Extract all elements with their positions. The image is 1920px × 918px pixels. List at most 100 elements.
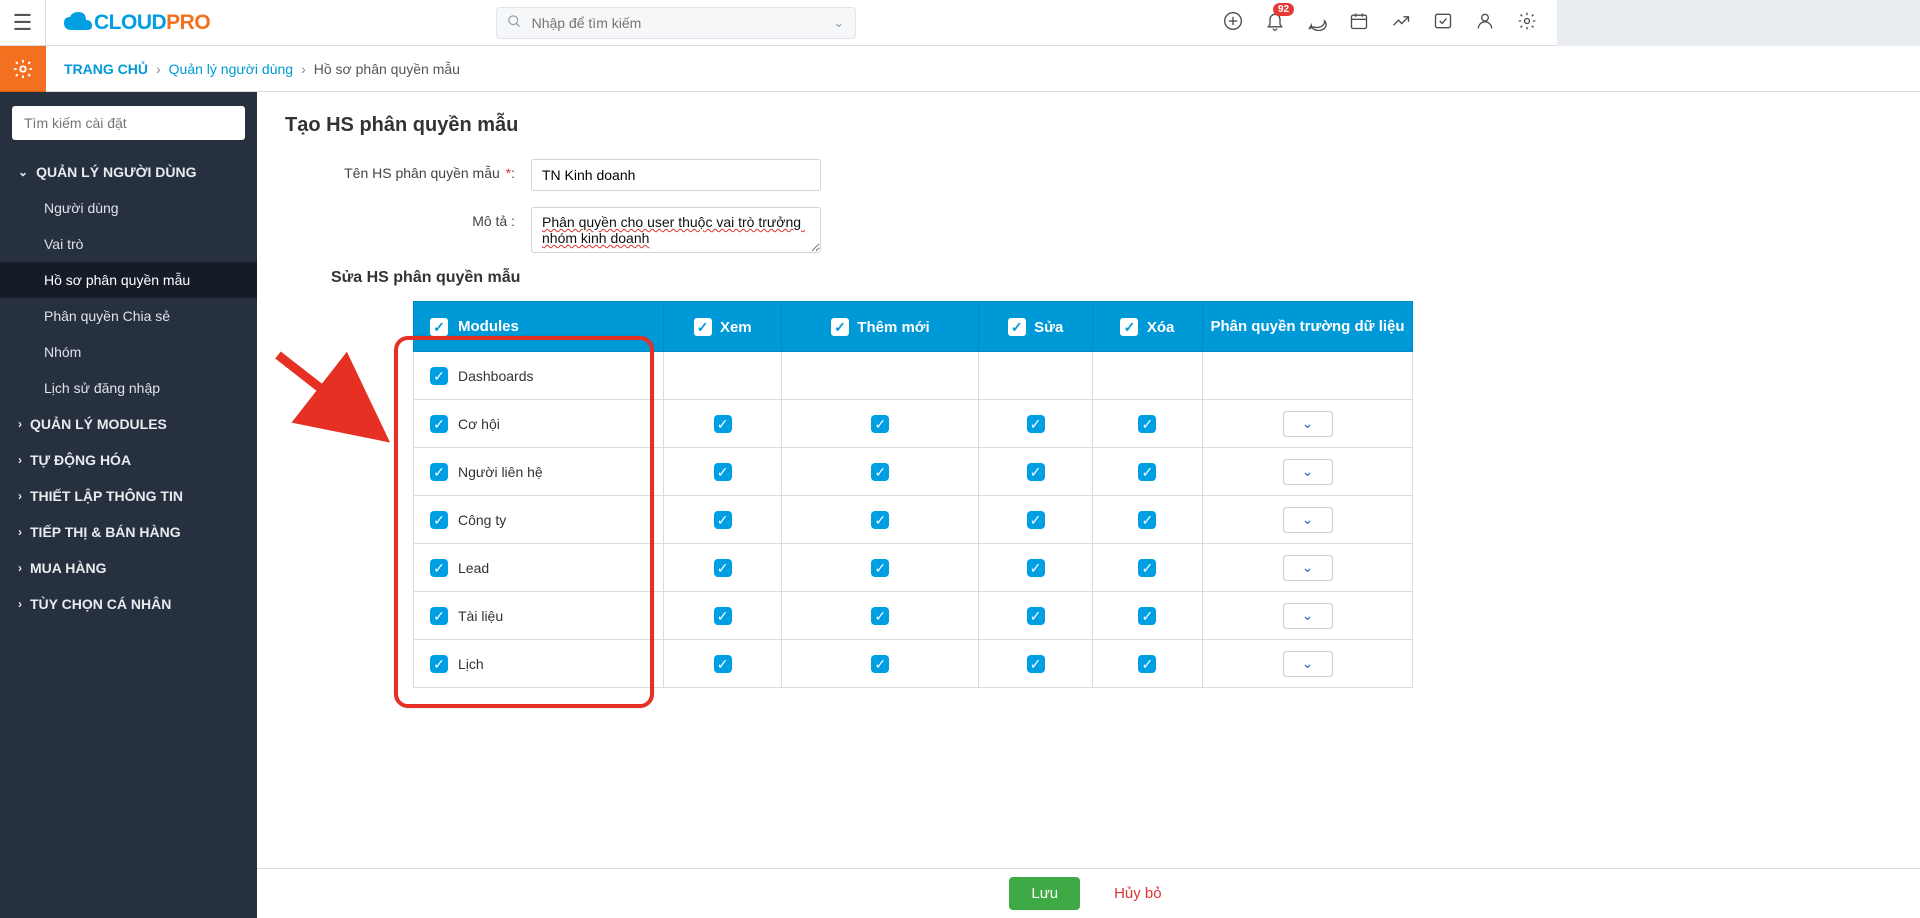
field-perm-button[interactable]: ⌄ xyxy=(1283,411,1333,437)
module-checkbox[interactable]: ✓ xyxy=(430,607,448,625)
perm-checkbox[interactable]: ✓ xyxy=(1027,607,1045,625)
module-checkbox[interactable]: ✓ xyxy=(430,511,448,529)
calendar-icon[interactable] xyxy=(1349,11,1369,34)
save-button[interactable]: Lưu xyxy=(1009,877,1080,910)
sidebar-item-groups[interactable]: Nhóm xyxy=(0,334,257,370)
select-all-view-checkbox[interactable]: ✓ xyxy=(694,318,712,336)
sidebar-group-modules[interactable]: › QUẢN LÝ MODULES xyxy=(0,406,257,442)
hamburger-menu[interactable]: ☰ xyxy=(0,0,46,46)
gear-icon[interactable] xyxy=(1517,11,1537,34)
perm-checkbox[interactable]: ✓ xyxy=(714,415,732,433)
chevron-right-icon: › xyxy=(18,417,22,431)
perm-checkbox[interactable]: ✓ xyxy=(714,463,732,481)
global-search[interactable]: ⌄ xyxy=(496,7,856,39)
breadcrumb-current: Hồ sơ phân quyền mẫu xyxy=(314,61,460,77)
breadcrumb-sep: › xyxy=(156,61,161,77)
tasks-icon[interactable] xyxy=(1433,11,1453,34)
analytics-icon[interactable] xyxy=(1391,11,1411,34)
field-perm-button[interactable]: ⌄ xyxy=(1283,507,1333,533)
module-name: Cơ hội xyxy=(458,416,500,432)
perm-checkbox[interactable]: ✓ xyxy=(1027,415,1045,433)
breadcrumb-link[interactable]: Quản lý người dùng xyxy=(169,61,293,77)
field-perm-button[interactable]: ⌄ xyxy=(1283,459,1333,485)
gear-icon xyxy=(12,58,34,80)
perm-checkbox[interactable]: ✓ xyxy=(714,559,732,577)
sidebar-group-purchasing[interactable]: › MUA HÀNG xyxy=(0,550,257,586)
select-all-edit-checkbox[interactable]: ✓ xyxy=(1008,318,1026,336)
perm-checkbox[interactable]: ✓ xyxy=(714,607,732,625)
col-view: ✓ Xem xyxy=(664,302,782,352)
chevron-right-icon: › xyxy=(18,597,22,611)
chevron-down-icon: ⌄ xyxy=(833,14,845,31)
table-header-row: ✓ Modules ✓ Xem ✓ Thêm mới ✓ Sửa xyxy=(414,302,1413,352)
breadcrumb-home[interactable]: TRANG CHỦ xyxy=(64,61,148,77)
sidebar-group-users[interactable]: ⌄ QUẢN LÝ NGƯỜI DÙNG xyxy=(0,154,257,190)
sidebar-group-marketing[interactable]: › TIẾP THỊ & BÁN HÀNG xyxy=(0,514,257,550)
sidebar-search-input[interactable] xyxy=(22,114,235,132)
field-perm-button[interactable]: ⌄ xyxy=(1283,603,1333,629)
chevron-right-icon: › xyxy=(18,561,22,575)
select-all-add-checkbox[interactable]: ✓ xyxy=(831,318,849,336)
module-checkbox[interactable]: ✓ xyxy=(430,415,448,433)
perm-checkbox[interactable]: ✓ xyxy=(1138,607,1156,625)
sidebar-group-label: TÙY CHỌN CÁ NHÂN xyxy=(30,596,171,612)
settings-rail[interactable] xyxy=(0,46,46,92)
desc-label: Mô tả : xyxy=(331,207,531,229)
field-perm-button[interactable]: ⌄ xyxy=(1283,651,1333,677)
search-input[interactable] xyxy=(530,14,833,32)
module-checkbox[interactable]: ✓ xyxy=(430,655,448,673)
module-checkbox[interactable]: ✓ xyxy=(430,559,448,577)
perm-checkbox[interactable]: ✓ xyxy=(871,415,889,433)
sidebar-item-sharing[interactable]: Phân quyền Chia sẻ xyxy=(0,298,257,334)
perm-checkbox[interactable]: ✓ xyxy=(871,463,889,481)
logo[interactable]: CLOUDPRO xyxy=(64,11,210,35)
perm-checkbox[interactable]: ✓ xyxy=(871,655,889,673)
perm-checkbox[interactable]: ✓ xyxy=(714,511,732,529)
add-icon[interactable] xyxy=(1223,11,1243,34)
desc-textarea[interactable]: Phân quyền cho user thuộc vai trò trưởng… xyxy=(531,207,821,253)
perm-checkbox[interactable]: ✓ xyxy=(871,511,889,529)
settings-sidebar: ⌄ QUẢN LÝ NGƯỜI DÙNG Người dùng Vai trò … xyxy=(0,92,257,918)
notifications-icon[interactable]: 92 xyxy=(1265,11,1285,34)
perm-checkbox[interactable]: ✓ xyxy=(1138,559,1156,577)
module-checkbox[interactable]: ✓ xyxy=(430,367,448,385)
sidebar-group-personal[interactable]: › TÙY CHỌN CÁ NHÂN xyxy=(0,586,257,622)
perm-checkbox[interactable]: ✓ xyxy=(1138,463,1156,481)
perm-checkbox[interactable]: ✓ xyxy=(1138,511,1156,529)
perm-checkbox[interactable]: ✓ xyxy=(1138,415,1156,433)
perm-checkbox[interactable]: ✓ xyxy=(1027,655,1045,673)
module-checkbox[interactable]: ✓ xyxy=(430,463,448,481)
table-row: ✓Tài liệu ✓ ✓ ✓ ✓ ⌄ xyxy=(414,592,1413,640)
topbar: ☰ CLOUDPRO ⌄ 92 xyxy=(0,0,1557,46)
perm-checkbox[interactable]: ✓ xyxy=(1027,511,1045,529)
top-icon-bar: 92 xyxy=(1223,11,1537,34)
sidebar-item-roles[interactable]: Vai trò xyxy=(0,226,257,262)
sidebar-item-users[interactable]: Người dùng xyxy=(0,190,257,226)
perm-checkbox[interactable]: ✓ xyxy=(871,559,889,577)
select-all-modules-checkbox[interactable]: ✓ xyxy=(430,318,448,336)
sidebar-item-login-history[interactable]: Lịch sử đăng nhập xyxy=(0,370,257,406)
perm-checkbox[interactable]: ✓ xyxy=(1027,559,1045,577)
col-add: ✓ Thêm mới xyxy=(782,302,979,352)
breadcrumb-sep: › xyxy=(301,61,306,77)
user-icon[interactable] xyxy=(1475,11,1495,34)
chat-icon[interactable] xyxy=(1307,11,1327,34)
sidebar-group-automation[interactable]: › TỰ ĐỘNG HÓA xyxy=(0,442,257,478)
sidebar-search[interactable] xyxy=(12,106,245,140)
col-modules: ✓ Modules xyxy=(414,302,664,352)
sidebar-group-config[interactable]: › THIẾT LẬP THÔNG TIN xyxy=(0,478,257,514)
module-name: Dashboards xyxy=(458,368,534,384)
table-row: ✓ Cơ hội ✓ ✓ ✓ ✓ ⌄ xyxy=(414,400,1413,448)
perm-checkbox[interactable]: ✓ xyxy=(871,607,889,625)
field-perm-button[interactable]: ⌄ xyxy=(1283,555,1333,581)
select-all-delete-checkbox[interactable]: ✓ xyxy=(1120,318,1138,336)
col-field-perm: Phân quyền trường dữ liệu xyxy=(1203,302,1413,352)
perm-checkbox[interactable]: ✓ xyxy=(1138,655,1156,673)
name-input[interactable] xyxy=(531,159,821,191)
perm-checkbox[interactable]: ✓ xyxy=(1027,463,1045,481)
cancel-button[interactable]: Hủy bỏ xyxy=(1108,884,1168,903)
module-name: Công ty xyxy=(458,512,506,528)
col-delete: ✓ Xóa xyxy=(1092,302,1202,352)
sidebar-item-profiles[interactable]: Hồ sơ phân quyền mẫu xyxy=(0,262,257,298)
perm-checkbox[interactable]: ✓ xyxy=(714,655,732,673)
